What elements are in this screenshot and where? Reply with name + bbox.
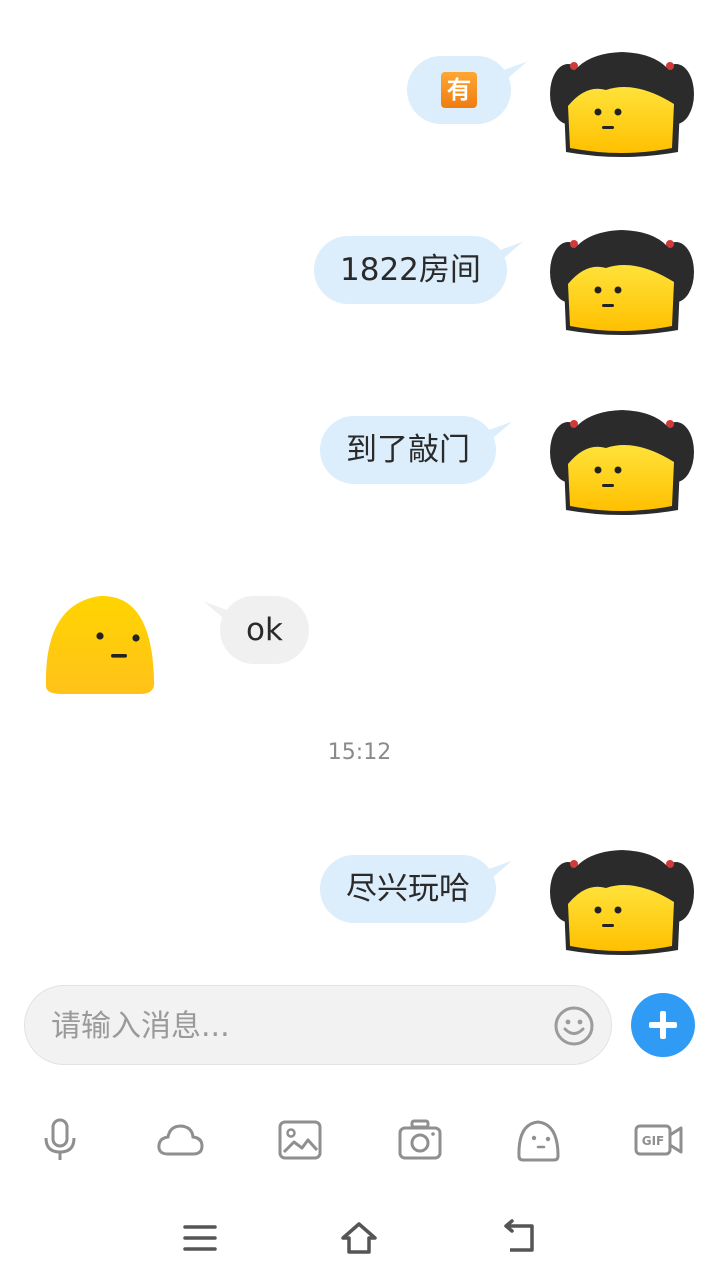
nav-menu-button[interactable] — [180, 1218, 220, 1258]
girl-avatar-icon — [550, 850, 694, 955]
contact-avatar[interactable] — [40, 590, 160, 700]
image-icon — [278, 1120, 322, 1160]
add-button[interactable] — [631, 993, 695, 1057]
blob-avatar-icon — [45, 595, 155, 694]
gif-label: GIF — [642, 1134, 665, 1148]
message-bubble[interactable]: 有 — [407, 56, 511, 124]
gif-icon: GIF — [634, 1124, 683, 1156]
girl-avatar-icon — [550, 230, 694, 335]
cloud-button[interactable] — [156, 1118, 204, 1162]
back-icon — [504, 1219, 534, 1252]
home-icon — [341, 1222, 377, 1254]
girl-avatar-icon — [550, 410, 694, 515]
my-avatar[interactable] — [546, 842, 696, 962]
nav-home-button[interactable] — [339, 1218, 379, 1258]
cloud-icon — [157, 1124, 204, 1156]
message-input[interactable] — [49, 986, 553, 1066]
timestamp: 15:12 — [327, 740, 392, 765]
emoji-button[interactable] — [553, 1005, 595, 1047]
nav-back-button[interactable] — [500, 1218, 540, 1258]
message-bubble[interactable]: 尽兴玩哈 — [320, 855, 496, 923]
microphone-icon — [44, 1118, 76, 1160]
image-button[interactable] — [276, 1118, 324, 1162]
gif-button[interactable]: GIF — [634, 1118, 684, 1162]
my-avatar[interactable] — [546, 222, 696, 342]
my-avatar[interactable] — [546, 402, 696, 522]
message-bubble[interactable]: ok — [220, 596, 309, 664]
sticker-icon — [517, 1120, 560, 1162]
voice-button[interactable] — [36, 1118, 84, 1162]
sticker-button[interactable] — [514, 1118, 562, 1162]
menu-icon — [183, 1225, 217, 1251]
chat-screen: 有 1822房间 到了敲门 ok 15:12 尽兴玩哈 请输入消息... GIF — [0, 0, 719, 1280]
smiley-icon — [554, 1006, 594, 1046]
plus-icon — [649, 1011, 677, 1039]
camera-icon — [398, 1119, 442, 1160]
camera-button[interactable] — [396, 1118, 444, 1162]
girl-avatar-icon — [550, 52, 694, 157]
my-avatar[interactable] — [546, 44, 696, 164]
message-bubble[interactable]: 到了敲门 — [320, 416, 496, 484]
emoji-you-icon: 有 — [441, 72, 477, 108]
message-input-box[interactable] — [24, 985, 612, 1066]
message-bubble[interactable]: 1822房间 — [314, 236, 507, 304]
